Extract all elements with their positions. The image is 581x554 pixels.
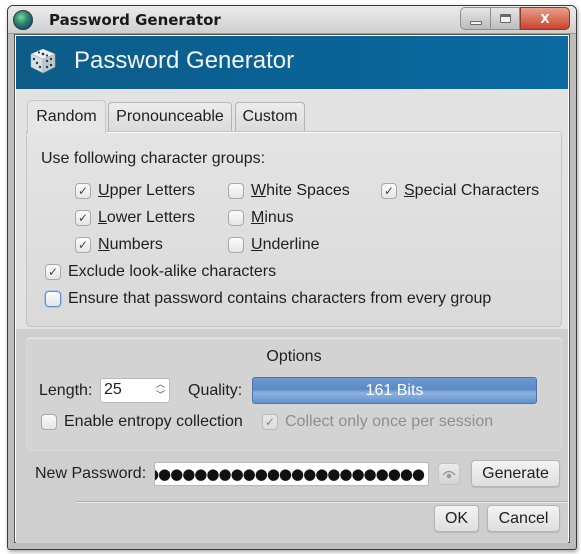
checkbox-checked-icon: ✓ <box>381 183 397 199</box>
checkbox-unchecked-icon <box>228 210 244 226</box>
ok-button[interactable]: OK <box>434 505 479 532</box>
maximize-icon <box>499 14 511 23</box>
random-tab-panel: Use following character groups: ✓ Upper … <box>26 131 562 327</box>
collect-once-checkbox: ✓ Collect only once per session <box>262 413 493 431</box>
quality-progress-bar: 161 Bits <box>252 377 537 404</box>
upper-letters-checkbox[interactable]: ✓ Upper Letters <box>75 182 195 200</box>
ensure-every-group-checkbox[interactable]: Ensure that password contains characters… <box>45 290 491 308</box>
checkbox-unchecked-icon <box>45 291 61 307</box>
checkbox-checked-icon: ✓ <box>45 264 61 280</box>
cancel-button[interactable]: Cancel <box>487 505 560 532</box>
white-spaces-checkbox[interactable]: White Spaces <box>228 182 350 200</box>
button-separator <box>76 501 568 503</box>
tab-random[interactable]: Random <box>27 100 106 133</box>
lower-letters-label: Lower Letters <box>98 209 195 227</box>
maximize-button[interactable] <box>490 7 520 30</box>
white-spaces-label: White Spaces <box>251 182 350 200</box>
lower-letters-checkbox[interactable]: ✓ Lower Letters <box>75 209 195 227</box>
quality-label: Quality: <box>188 382 243 399</box>
length-value: 25 <box>104 381 122 398</box>
reveal-password-button[interactable] <box>438 463 460 485</box>
minus-checkbox[interactable]: Minus <box>228 209 294 227</box>
entropy-collection-checkbox[interactable]: Enable entropy collection <box>41 413 243 431</box>
mnemonic: W <box>251 182 267 199</box>
collect-once-label: Collect only once per session <box>285 413 494 430</box>
ensure-every-group-label: Ensure that password contains characters… <box>68 290 492 307</box>
options-group: Options Length: 25 ︿ ﹀ Quality: 161 Bits … <box>26 337 562 451</box>
spin-arrows-icon[interactable]: ︿ ﹀ <box>156 379 165 401</box>
special-characters-label: Special Characters <box>404 182 539 200</box>
exclude-lookalike-checkbox[interactable]: ✓ Exclude look-alike characters <box>45 263 276 281</box>
title-bar[interactable]: Password Generator X <box>8 6 576 34</box>
entropy-collection-label: Enable entropy collection <box>64 413 243 430</box>
new-password-field[interactable]: ●●●●●●●●●●●●●●●●●●●●●●●●● <box>154 462 429 486</box>
minus-label: Minus <box>251 209 294 227</box>
password-generator-window: Password Generator X Password Generator … <box>7 5 577 550</box>
mnemonic: S <box>404 182 415 199</box>
length-label: Length: <box>39 382 93 399</box>
window-controls: X <box>460 7 570 31</box>
dialog-body: Password Generator Random Pronounceable … <box>14 34 570 543</box>
special-characters-checkbox[interactable]: ✓ Special Characters <box>381 182 539 200</box>
checkbox-checked-icon: ✓ <box>75 183 91 199</box>
mode-tabs: Random Pronounceable Custom Use followin… <box>16 89 568 329</box>
mnemonic: U <box>251 236 263 253</box>
header-banner: Password Generator <box>16 36 568 89</box>
checkbox-checked-icon: ✓ <box>75 237 91 253</box>
label-rest: inus <box>264 209 294 226</box>
label-rest: pecial Characters <box>414 182 540 199</box>
character-groups-label: Use following character groups: <box>41 150 266 167</box>
mnemonic: M <box>251 209 265 226</box>
window-title: Password Generator <box>49 11 221 29</box>
numbers-checkbox[interactable]: ✓ Numbers <box>75 236 163 254</box>
label-rest: ower Letters <box>106 209 195 226</box>
checkbox-unchecked-icon <box>228 237 244 253</box>
quality-value: 161 Bits <box>365 381 424 399</box>
exclude-lookalike-label: Exclude look-alike characters <box>68 263 277 280</box>
mnemonic: N <box>98 236 110 253</box>
checkbox-checked-icon: ✓ <box>75 210 91 226</box>
new-password-label: New Password: <box>35 465 147 482</box>
banner-title: Password Generator <box>74 47 295 74</box>
close-icon: X <box>540 11 550 26</box>
mnemonic: L <box>98 209 107 226</box>
checkbox-unchecked-icon <box>41 414 57 430</box>
minimize-button[interactable] <box>460 7 490 30</box>
numbers-label: Numbers <box>98 236 163 254</box>
tab-pronounceable[interactable]: Pronounceable <box>108 102 232 131</box>
mnemonic: U <box>98 182 110 199</box>
underline-label: Underline <box>251 236 320 254</box>
label-rest: nderline <box>262 236 320 253</box>
generate-button[interactable]: Generate <box>471 460 560 487</box>
options-area: Options Length: 25 ︿ ﹀ Quality: 161 Bits … <box>16 329 568 543</box>
label-rest: umbers <box>109 236 163 253</box>
checkbox-checked-icon: ✓ <box>262 414 278 430</box>
minimize-icon <box>469 20 482 25</box>
underline-checkbox[interactable]: Underline <box>228 236 320 254</box>
upper-letters-label: Upper Letters <box>98 182 195 200</box>
options-title: Options <box>266 348 322 365</box>
close-button[interactable]: X <box>520 7 570 30</box>
length-spinbox[interactable]: 25 ︿ ﹀ <box>100 378 170 403</box>
tab-custom[interactable]: Custom <box>235 102 305 131</box>
checkbox-unchecked-icon <box>228 183 244 199</box>
label-rest: pper Letters <box>109 182 195 199</box>
eye-icon <box>442 470 456 479</box>
dice-icon <box>30 48 56 74</box>
masked-password: ●●●●●●●●●●●●●●●●●●●●●●●●● <box>155 465 425 483</box>
label-rest: hite Spaces <box>266 182 350 199</box>
app-globe-icon <box>13 10 33 30</box>
